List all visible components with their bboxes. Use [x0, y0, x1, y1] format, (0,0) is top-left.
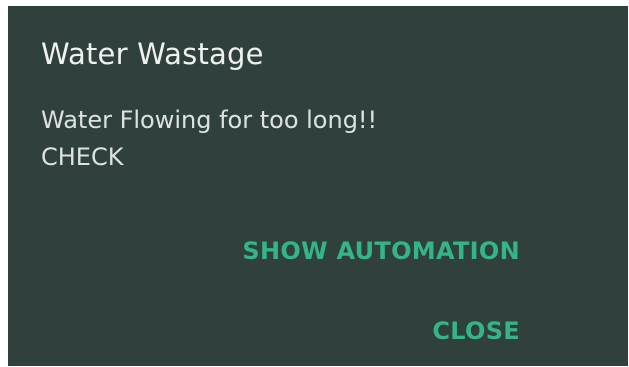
alert-dialog: Water Wastage Water Flowing for too long…	[8, 6, 628, 366]
close-button[interactable]: CLOSE	[432, 317, 520, 345]
show-automation-button[interactable]: SHOW AUTOMATION	[242, 237, 520, 265]
dialog-title: Water Wastage	[41, 37, 264, 71]
dialog-message: Water Flowing for too long!! CHECK	[41, 106, 378, 171]
